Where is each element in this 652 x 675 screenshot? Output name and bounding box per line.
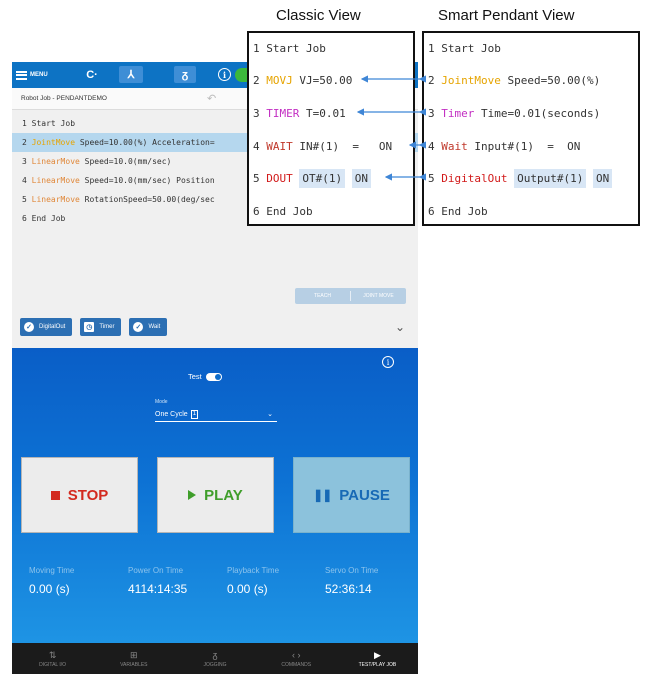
mode-cycle-box: 1: [190, 410, 199, 419]
play-icon: [188, 490, 197, 500]
param-box: Output#(1): [514, 169, 587, 188]
smart-line: 1 Start Job: [428, 42, 501, 55]
jointmove-button[interactable]: JOINT MOVE: [351, 293, 406, 299]
smart-view-title: Smart Pendant View: [438, 7, 575, 24]
check-icon: ✓: [24, 322, 34, 332]
play-button[interactable]: PLAY: [157, 457, 274, 533]
tool-icon[interactable]: ᵹ: [174, 66, 196, 83]
stop-button[interactable]: STOP: [21, 457, 138, 533]
nav-test-play-job[interactable]: ▶ TEST/PLAY JOB: [337, 643, 418, 674]
hamburger-icon: [16, 70, 27, 80]
classic-line: 4 WAIT IN#(1) = ON: [253, 140, 393, 153]
nav-commands[interactable]: ‹ › COMMANDS: [256, 643, 337, 674]
play-label: PLAY: [204, 486, 243, 504]
variables-icon: ⊞: [130, 649, 138, 660]
classic-view-panel: 1 Start Job 2 MOVJ VJ=50.00 3 TIMER T=0.…: [247, 31, 415, 226]
classic-view-title: Classic View: [276, 7, 361, 24]
test-label: Test: [188, 372, 202, 381]
chevron-down-icon[interactable]: ⌄: [395, 320, 405, 334]
classic-line: 5 DOUT OT#(1) ON: [253, 168, 371, 190]
pause-button[interactable]: ❚❚ PAUSE: [293, 457, 410, 533]
menu-label: MENU: [30, 72, 48, 78]
pause-icon: ❚❚: [313, 488, 332, 502]
param-box: ON: [592, 169, 613, 188]
connection-icon[interactable]: C·: [80, 66, 104, 83]
mode-value: One Cycle: [155, 411, 188, 418]
check-icon: ✓: [133, 322, 144, 332]
smart-line: 3 Timer Time=0.01(seconds): [428, 107, 601, 120]
classic-line: 6 End Job: [253, 205, 313, 218]
smart-line: 6 End Job: [428, 205, 488, 218]
classic-line: 2 MOVJ VJ=50.00: [253, 74, 353, 87]
pause-label: PAUSE: [339, 486, 390, 504]
smart-view-panel: 1 Start Job 2 JointMove Speed=50.00(%) 3…: [422, 31, 640, 226]
param-box: ON: [351, 169, 371, 188]
coordinate-icon[interactable]: ⅄: [119, 66, 143, 83]
teach-button[interactable]: TEACH: [295, 293, 350, 299]
stop-label: STOP: [67, 486, 109, 504]
classic-line: 3 TIMER T=0.01: [253, 107, 346, 120]
test-mode-row: Test: [188, 372, 222, 381]
bottom-nav: ⇅ DIGITAL I/O ⊞ VARIABLES ᵹ JOGGING ‹ › COMM…: [12, 643, 418, 674]
stat-moving-time: Moving Time 0.00 (s): [29, 566, 75, 596]
test-toggle[interactable]: [205, 372, 222, 381]
wait-chip[interactable]: ✓ Wait: [129, 318, 168, 336]
info-icon[interactable]: i: [382, 356, 394, 368]
teach-bar: TEACH JOINT MOVE: [295, 288, 406, 304]
nav-variables[interactable]: ⊞ VARIABLES: [93, 643, 174, 674]
stat-power-on-time: Power On Time 4114:14:35: [128, 566, 188, 596]
commands-icon: ‹ ›: [291, 649, 301, 660]
command-strip: ✓ DigitalOut ◷ Timer ✓ Wait: [20, 318, 168, 336]
play-icon: ▶: [373, 649, 381, 660]
mode-label: Mode: [155, 399, 168, 405]
menu-button[interactable]: MENU: [16, 68, 48, 82]
mode-select[interactable]: One Cycle 1 ⌄: [155, 408, 277, 422]
digital-io-icon: ⇅: [48, 649, 57, 660]
smart-line: 4 Wait Input#(1) = ON: [428, 140, 581, 153]
nav-jogging[interactable]: ᵹ JOGGING: [174, 643, 255, 674]
smart-line: 2 JointMove Speed=50.00(%): [428, 74, 601, 87]
timer-chip[interactable]: ◷ Timer: [80, 318, 122, 336]
timer-icon: ◷: [84, 322, 95, 332]
stat-servo-on-time: Servo On Time 52:36:14: [325, 566, 379, 596]
play-panel: i Test Mode One Cycle 1 ⌄ STOP PLAY ❚❚ P…: [12, 348, 418, 643]
stat-playback-time: Playback Time 0.00 (s): [227, 566, 280, 596]
jogging-icon: ᵹ: [212, 649, 218, 660]
smart-line: 5 DigitalOut Output#(1) ON: [428, 168, 613, 190]
param-box: OT#(1): [299, 169, 346, 188]
nav-digital-io[interactable]: ⇅ DIGITAL I/O: [12, 643, 93, 674]
stop-icon: [50, 490, 60, 500]
undo-icon[interactable]: ↶: [207, 92, 216, 105]
classic-line: 1 Start Job: [253, 42, 326, 55]
info-icon[interactable]: i: [218, 68, 231, 81]
digitalout-chip[interactable]: ✓ DigitalOut: [20, 318, 73, 336]
job-title: Robot Job - PENDANTDEMO: [21, 95, 107, 102]
chevron-down-icon: ⌄: [267, 411, 273, 418]
